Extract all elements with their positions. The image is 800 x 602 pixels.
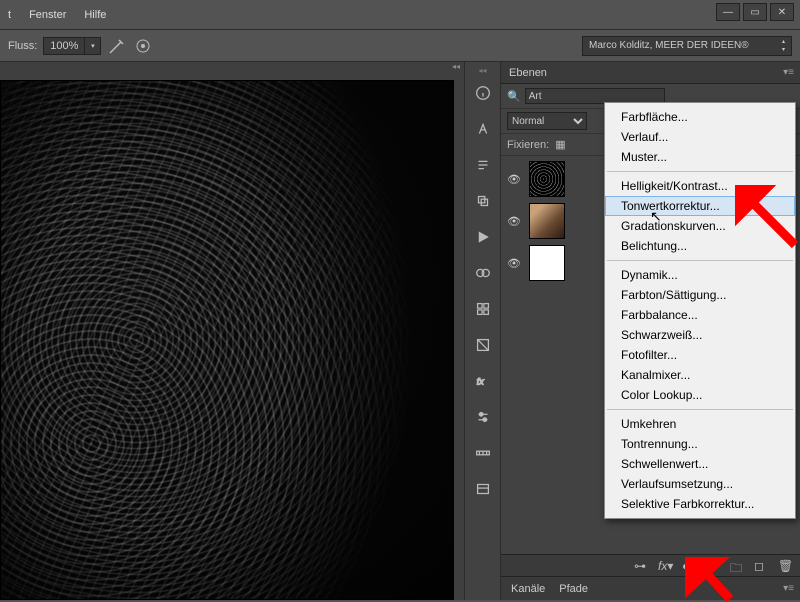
menu-item[interactable]: Farbbalance... <box>605 305 795 325</box>
link-icon[interactable]: ⊶ <box>634 559 648 573</box>
menu-item[interactable]: Schwellenwert... <box>605 454 795 474</box>
annotation-arrow <box>735 185 800 250</box>
workspace-label: Marco Kolditz, MEER DER IDEEN® <box>589 40 749 51</box>
fluss-input[interactable] <box>43 37 85 55</box>
visibility-icon[interactable]: 👁 <box>507 215 521 228</box>
maximize-button[interactable]: ▭ <box>743 3 767 21</box>
menu-item[interactable]: Muster... <box>605 147 795 167</box>
layer-thumbnail[interactable] <box>529 161 565 197</box>
pressure-icon[interactable] <box>133 36 153 56</box>
layer-thumbnail[interactable] <box>529 203 565 239</box>
swatches-icon[interactable] <box>472 262 494 284</box>
play-icon[interactable] <box>472 226 494 248</box>
menu-item[interactable]: Color Lookup... <box>605 385 795 405</box>
styles-icon[interactable] <box>472 334 494 356</box>
panel-menu-icon[interactable]: ▾≡ <box>783 583 794 594</box>
menu-item[interactable]: Fenster <box>29 9 66 21</box>
annotation-arrow <box>685 557 735 602</box>
menu-item[interactable]: Tontrennung... <box>605 434 795 454</box>
adjustment-context-menu: Farbfläche... Verlauf... Muster... Helli… <box>604 102 796 519</box>
minimize-button[interactable]: — <box>716 3 740 21</box>
measure-icon[interactable] <box>472 442 494 464</box>
blend-mode-select[interactable]: Normal <box>507 112 587 130</box>
canvas-area: ◂◂ <box>0 62 464 600</box>
bottom-panel-tabs: Kanäle Pfade ▾≡ <box>501 576 800 600</box>
lock-pixels-icon[interactable]: ▦ <box>555 138 565 151</box>
menu-item[interactable]: Selektive Farbkorrektur... <box>605 494 795 514</box>
menu-item[interactable]: Dynamik... <box>605 265 795 285</box>
menu-item[interactable]: Umkehren <box>605 414 795 434</box>
cursor-icon: ↖ <box>650 208 662 225</box>
menu-item[interactable]: Farbton/Sättigung... <box>605 285 795 305</box>
fluss-dropdown[interactable]: ▾ <box>85 37 101 55</box>
new-layer-icon[interactable]: ◻ <box>754 559 768 573</box>
search-icon: 🔍 <box>507 90 521 103</box>
layers-bottom-bar: ⊶ fx▾ ◐ ◑ 🗀 ◻ 🗑 <box>501 554 800 576</box>
menubar: t Fenster Hilfe <box>0 0 800 30</box>
menu-item[interactable]: Hilfe <box>84 9 106 21</box>
tab-kanaele[interactable]: Kanäle <box>511 583 545 595</box>
menu-item[interactable]: t <box>8 9 11 21</box>
fx-icon[interactable]: fx <box>472 370 494 392</box>
close-button[interactable]: ✕ <box>770 3 794 21</box>
menu-item[interactable]: Verlaufsumsetzung... <box>605 474 795 494</box>
layer-thumbnail[interactable] <box>529 245 565 281</box>
fluss-label: Fluss: <box>8 40 37 52</box>
clone-icon[interactable] <box>472 190 494 212</box>
menu-item[interactable]: Farbfläche... <box>605 107 795 127</box>
menu-item[interactable]: Fotofilter... <box>605 345 795 365</box>
info-icon[interactable] <box>472 82 494 104</box>
menu-item[interactable]: Verlauf... <box>605 127 795 147</box>
panel-menu-icon[interactable]: ▾≡ <box>783 67 794 78</box>
tab-pfade[interactable]: Pfade <box>559 583 588 595</box>
paragraph-icon[interactable] <box>472 154 494 176</box>
visibility-icon[interactable]: 👁 <box>507 173 521 186</box>
menu-item[interactable]: Kanalmixer... <box>605 365 795 385</box>
options-bar: Fluss: ▾ Marco Kolditz, MEER DER IDEEN® … <box>0 30 800 62</box>
menu-item[interactable]: Schwarzweiß... <box>605 325 795 345</box>
svg-text:fx: fx <box>476 377 484 387</box>
library-icon[interactable] <box>472 478 494 500</box>
visibility-icon[interactable]: 👁 <box>507 257 521 270</box>
fx-icon[interactable]: fx▾ <box>658 559 672 573</box>
collapsed-panels: ◂◂ fx <box>464 62 500 600</box>
workspace-selector[interactable]: Marco Kolditz, MEER DER IDEEN® ▴▾ <box>582 36 792 56</box>
airbrush-icon[interactable] <box>107 36 127 56</box>
delete-icon[interactable]: 🗑 <box>778 559 792 573</box>
adjust-icon[interactable] <box>472 406 494 428</box>
text-icon[interactable] <box>472 118 494 140</box>
window-controls: — ▭ ✕ <box>716 3 794 21</box>
lock-label: Fixieren: <box>507 139 549 151</box>
document-canvas[interactable] <box>0 80 454 600</box>
grid-icon[interactable] <box>472 298 494 320</box>
panel-tab-ebenen[interactable]: Ebenen ▾≡ <box>501 62 800 84</box>
